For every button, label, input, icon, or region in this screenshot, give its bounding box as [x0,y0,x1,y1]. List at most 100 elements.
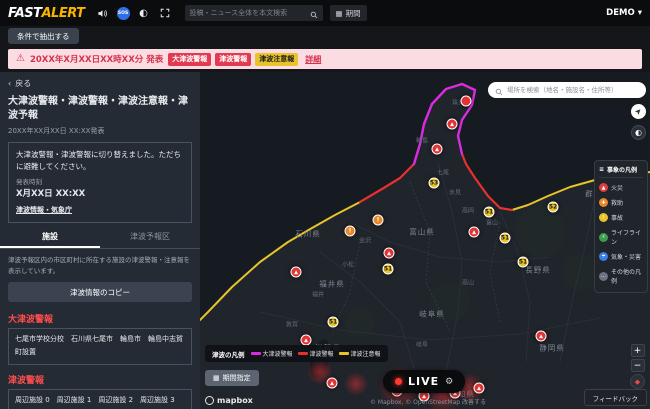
event-count-marker[interactable]: 53 [429,178,440,189]
notice-time-value: X月XX日 XX:XX [16,188,184,201]
alert-detail-link[interactable]: 詳細 [305,54,321,65]
map-period-label: 期間指定 [223,373,251,383]
event-category-icon: … [599,272,608,281]
event-legend-item[interactable]: ▲火災 [599,180,643,195]
fullscreen-icon[interactable] [158,6,172,20]
fire-event-marker[interactable]: ▲ [384,248,395,259]
warning-level-label: 大津波警報 [0,309,200,326]
sidebar-title: 大津波警報・津波警報・津波注意報・津波予報 [0,92,200,124]
map-search-input[interactable] [507,86,639,94]
event-legend-label: 気象・災害 [611,252,641,261]
event-count-marker[interactable]: 51 [500,233,511,244]
account-menu[interactable]: DEMO ▾ [606,8,642,18]
map-attribution[interactable]: © Mapbox, © OpenStreetMap 改善する [370,397,486,406]
fire-event-marker[interactable]: ▲ [327,378,338,389]
city-label: 高山 [462,278,474,287]
sos-badge[interactable]: SOS [117,7,130,20]
tsunami-alert-banner[interactable]: ⚠ 20XX年X月XX日XX時XX分 発表 大津波警報津波警報津波注意報 詳細 [8,49,642,69]
live-mode-button[interactable]: LIVE ⚙ [383,370,465,393]
tab-facilities[interactable]: 施設 [0,227,100,248]
contrast-icon[interactable]: ◐ [137,6,151,20]
sound-icon[interactable] [96,6,110,20]
event-legend-header[interactable]: ≡ 事象の凡例 [599,165,643,178]
extract-conditions-button[interactable]: 条件で抽出する [8,28,79,44]
event-legend-label: その他の凡例 [611,267,643,285]
zoom-controls: + − ◆ [630,344,645,389]
city-label: 小松 [342,260,354,269]
compass-button[interactable]: ◆ [630,374,645,389]
tsunami-legend-title: 津波の凡例 [212,349,245,359]
period-filter-button[interactable]: ▦ 期間 [330,5,367,21]
account-label: DEMO [606,8,635,18]
region-label: 長野県 [525,265,551,276]
feedback-button[interactable]: フィードバック [584,389,647,406]
geolocate-button[interactable]: ➤ [631,104,646,119]
tab-forecast-zones[interactable]: 津波予報区 [100,227,200,248]
event-legend-item[interactable]: ⚡ライフライン [599,225,643,249]
content-area: ‹ 戻る 大津波警報・津波警報・津波注意報・津波予報 20XX年XX月XX日 X… [0,72,650,409]
event-legend-label: 火災 [611,183,623,192]
alert-pin-marker[interactable] [461,96,472,107]
event-legend-item[interactable]: ✚救助 [599,195,643,210]
zoom-in-button[interactable]: + [631,344,645,357]
alert-badges: 大津波警報津波警報津波注意報 [168,53,298,66]
fire-event-marker[interactable]: ▲ [447,119,458,130]
warning-event-marker[interactable]: ! [373,215,384,226]
fastalert-app: FAST ALERT SOS ◐ ▦ 期間 DEMO ▾ 条件で抽出する [0,0,650,409]
event-legend-label: ライフライン [611,228,643,246]
event-category-icon: ▲ [599,183,608,192]
event-category-icon: ☂ [599,252,608,261]
alert-level-badge: 大津波警報 [168,53,211,66]
fire-event-marker[interactable]: ▲ [474,383,485,394]
tsunami-source-link[interactable]: 津波情報・気象庁 [16,205,72,216]
event-legend-items: ▲火災✚救助!事故⚡ライフライン☂気象・災害…その他の凡例 [599,180,643,288]
tsunami-notice-box: 大津波警報・津波警報に切り替えました。ただちに避難してください。 発表時刻 X月… [8,142,192,223]
event-count-marker[interactable]: 51 [518,257,529,268]
map-period-button[interactable]: ▦ 期間指定 [205,370,259,386]
fire-event-marker[interactable]: ▲ [469,227,480,238]
region-label: 福井県 [319,279,345,290]
compass-needle-icon: ◆ [635,378,640,386]
event-count-marker[interactable]: 52 [548,202,559,213]
global-search-input[interactable] [190,9,307,17]
incident-cluster-glow [344,372,368,396]
gear-icon[interactable]: ⚙ [445,377,453,387]
fire-event-marker[interactable]: ▲ [536,331,547,342]
map-style-toggle-button[interactable]: ◐ [631,125,646,140]
fire-event-marker[interactable]: ▲ [291,267,302,278]
logo-fast-text: FAST [8,6,42,21]
event-legend-label: 事故 [611,213,623,222]
event-legend-item[interactable]: !事故 [599,210,643,225]
warning-facility-list[interactable]: 周辺施設 0 周辺施設 1 周辺施設 2 周辺施設 3 [8,389,192,409]
menu-icon: ≡ [599,166,604,173]
alert-level-badge: 津波注意報 [255,53,298,66]
search-icon[interactable] [310,4,318,23]
event-legend-panel: ≡ 事象の凡例 ▲火災✚救助!事故⚡ライフライン☂気象・災害…その他の凡例 [594,160,648,293]
city-label: 富山 [486,218,498,227]
live-red-dot [395,378,402,385]
tsunami-legend-label: 津波警報 [310,349,334,358]
back-label: 戻る [15,78,31,89]
region-label: 静岡県 [539,343,565,354]
alert-level-badge: 津波警報 [215,53,251,66]
event-legend-item[interactable]: …その他の凡例 [599,264,643,288]
mapbox-logo[interactable]: mapbox [205,396,253,405]
event-count-marker[interactable]: 51 [328,317,339,328]
mapbox-logo-icon [205,396,214,405]
fire-event-marker[interactable]: ▲ [432,144,443,155]
event-count-marker[interactable]: 51 [484,207,495,218]
event-count-marker[interactable]: 51 [383,264,394,275]
copy-tsunami-info-button[interactable]: 津波情報のコピー [8,282,192,302]
tsunami-legend-item: 津波注意報 [339,349,381,358]
zoom-out-button[interactable]: − [631,359,645,372]
back-button[interactable]: ‹ 戻る [0,72,200,92]
tsunami-legend-label: 大津波警報 [263,349,293,358]
fire-event-marker[interactable]: ▲ [301,335,312,346]
event-legend-item[interactable]: ☂気象・災害 [599,249,643,264]
warning-event-marker[interactable]: ! [345,226,356,237]
tsunami-legend-items: 大津波警報 津波警報津波注意報 [251,349,381,358]
calendar-icon: ▦ [336,9,343,18]
tsunami-info-sidebar: ‹ 戻る 大津波警報・津波警報・津波注意報・津波予報 20XX年XX月XX日 X… [0,72,200,409]
map[interactable]: 石川県富山県群馬県長野県福井県岐阜県滋賀県静岡県愛知県輪島珠洲七尾氷見高岡富山金… [200,72,650,409]
warning-facility-list[interactable]: 七尾市学校分校 石川県七尾市 輪島市 輪島中志賀町設置 [8,328,192,365]
